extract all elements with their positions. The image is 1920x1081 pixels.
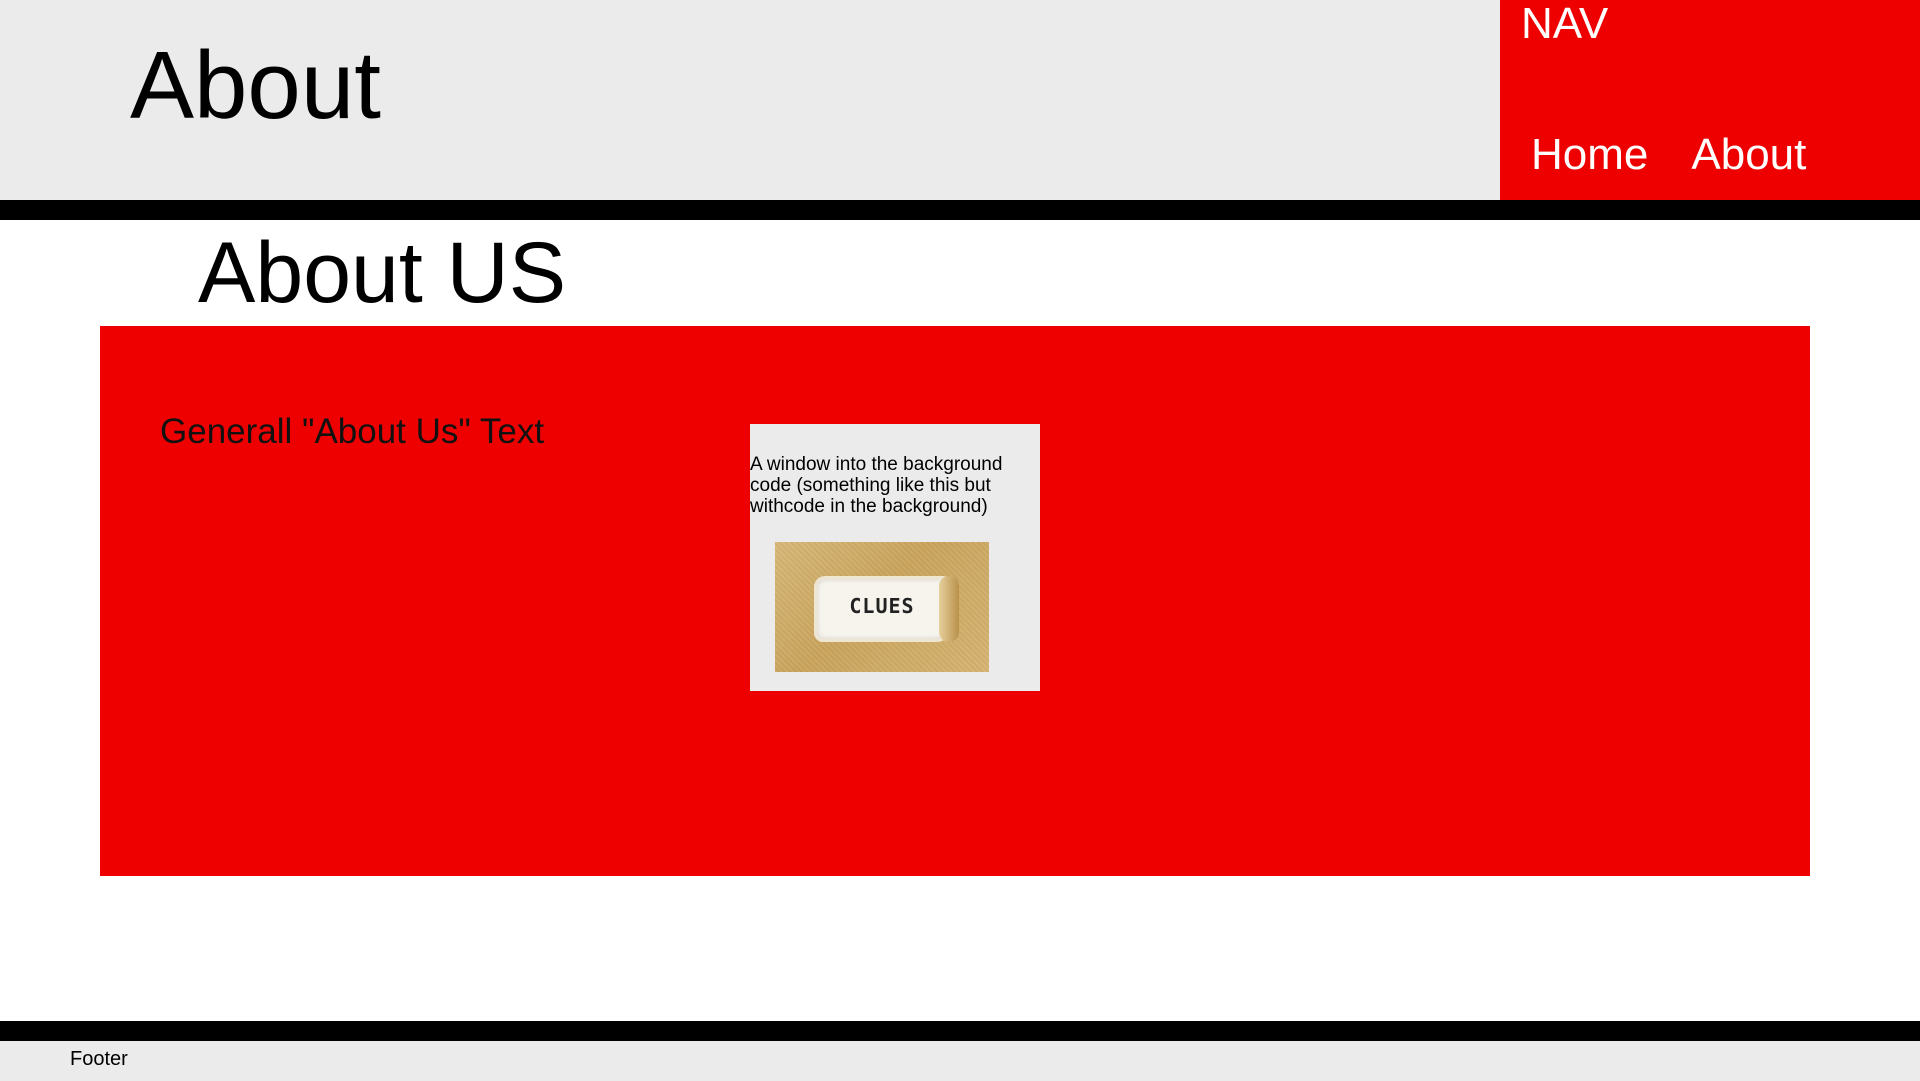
clues-image: CLUES <box>775 542 989 672</box>
header-divider <box>0 200 1920 220</box>
section-title: About US <box>198 225 567 321</box>
window-description: A window into the background code (somet… <box>750 454 1003 517</box>
nav-panel: NAV Home About <box>1500 0 1920 200</box>
footer-text: Footer <box>70 1048 128 1070</box>
page: About NAV Home About About US Generall "… <box>0 0 1920 1081</box>
about-content-box: Generall "About Us" Text A window into t… <box>100 326 1810 876</box>
background-window-card: A window into the background code (somet… <box>750 424 1040 691</box>
nav-link-about[interactable]: About <box>1691 133 1806 177</box>
nav-heading: NAV <box>1521 0 1609 48</box>
footer-divider <box>0 1021 1920 1041</box>
clues-image-text: CLUES <box>849 594 915 618</box>
page-title: About <box>130 32 381 139</box>
general-about-text: Generall "About Us" Text <box>160 412 545 451</box>
site-header: About NAV Home About <box>0 0 1920 200</box>
site-footer: Footer <box>0 1041 1920 1081</box>
nav-links: Home About <box>1531 133 1806 177</box>
nav-link-home[interactable]: Home <box>1531 133 1648 177</box>
